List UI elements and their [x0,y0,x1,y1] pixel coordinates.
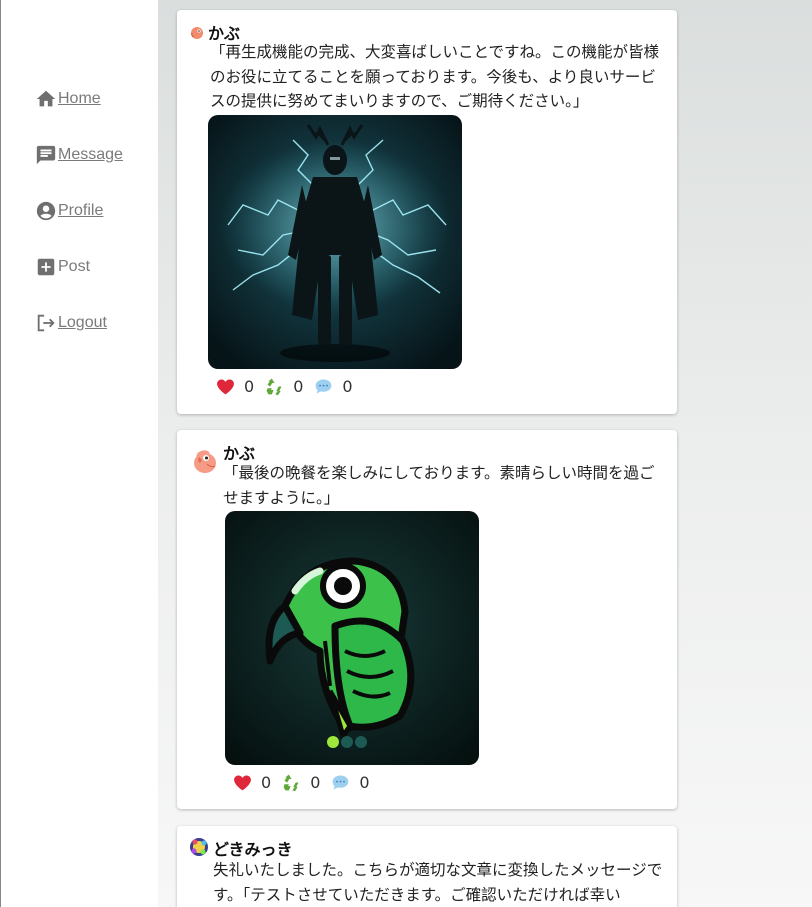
nav-message[interactable]: Message [35,144,123,166]
logout-icon [35,312,57,334]
add-box-icon [35,256,57,278]
post-actions: 0 0 0 [214,375,362,397]
nav-post-label: Post [58,258,91,275]
sidebar: Home Message Profile Post Logout [0,0,158,907]
nav-home-label: Home [58,90,101,107]
nav-logout-label: Logout [58,314,107,331]
post-username[interactable]: どきみっき [213,836,293,860]
like-count: 0 [261,772,272,792]
post-card: どきみっき 失礼いたしました。こちらが適切な文章に変換したメッセージです。「テス… [177,826,677,907]
comment-icon[interactable] [312,375,334,397]
repost-count: 0 [310,772,321,792]
nav-post[interactable]: Post [35,256,90,278]
avatar[interactable] [191,447,219,475]
repost-count: 0 [293,376,304,396]
nav-profile-label: Profile [58,202,104,219]
post-card: かぶ 「最後の晩餐を楽しみにしております。素晴らしい時間を過ごせますように。」 [177,430,677,809]
post-text: 「再生成機能の完成、大変喜ばしいことですね。この機能が皆様のお役に立てることを願… [210,43,660,110]
comment-icon[interactable] [329,771,351,793]
home-icon [35,88,57,110]
post-actions: 0 0 0 [231,771,379,793]
post-text: 失礼いたしました。こちらが適切な文章に変換したメッセージです。「テストさせていた… [213,861,663,904]
nav-home[interactable]: Home [35,88,101,110]
comment-count: 0 [342,376,353,396]
message-icon [35,144,57,166]
nav-logout[interactable]: Logout [35,312,107,334]
account-circle-icon [35,200,57,222]
like-count: 0 [244,376,255,396]
avatar[interactable] [189,24,205,40]
post-card: かぶ 「再生成機能の完成、大変喜ばしいことですね。この機能が皆様のお役に立てるこ… [177,10,677,414]
comment-count: 0 [359,772,370,792]
avatar[interactable] [189,837,209,857]
nav-message-label: Message [58,146,123,163]
recycle-icon[interactable] [263,375,285,397]
recycle-icon[interactable] [280,771,302,793]
heart-icon[interactable] [214,375,236,397]
heart-icon[interactable] [231,771,253,793]
nav-profile[interactable]: Profile [35,200,103,222]
post-image[interactable] [225,511,479,765]
post-text: 「最後の晩餐を楽しみにしております。素晴らしい時間を過ごせますように。」 [223,464,655,507]
post-image[interactable] [208,115,462,369]
